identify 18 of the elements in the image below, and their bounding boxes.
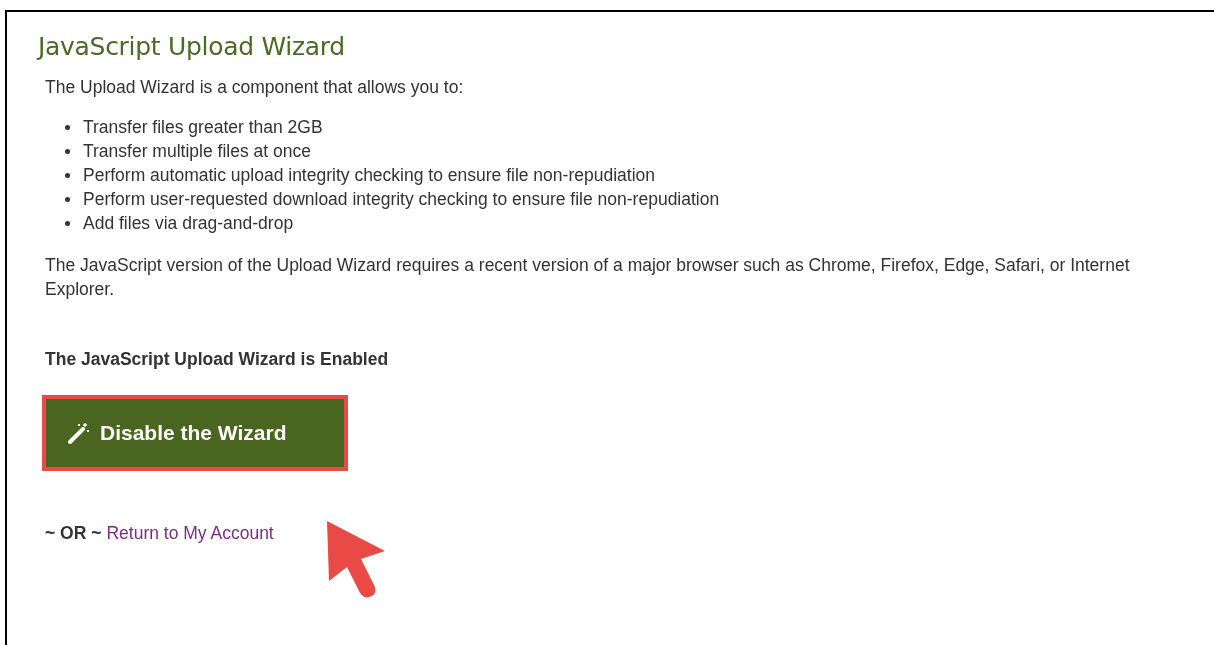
disable-wizard-button[interactable]: Disable the Wizard [42,395,348,471]
magic-wand-icon [68,422,90,444]
bullet-icon [65,172,70,178]
feature-text: Transfer multiple files at once [83,140,311,163]
page-title: JavaScript Upload Wizard [38,32,346,61]
status-text: The JavaScript Upload Wizard is Enabled [45,349,390,370]
or-separator: ~ OR ~ [45,523,102,544]
feature-text: Transfer files greater than 2GB [83,116,323,139]
bullet-icon [65,148,70,154]
feature-text: Perform user-requested download integrity checking to ensure file non-repudiation [83,188,720,211]
feature-text: Add files via drag-and-drop [83,212,294,235]
requirements-text: The JavaScript version of the Upload Wizard requires a recent version of a major browser such as Chrome, Firefox, Edge, Safari, or Internet Explorer. [45,254,1131,301]
bullet-icon [65,196,70,202]
bullet-icon [65,124,70,130]
feature-text: Perform automatic upload integrity checking to ensure file non-repudiation [83,164,655,187]
bullet-icon [65,220,70,226]
intro-text: The Upload Wizard is a component that allows you to: [45,76,465,99]
return-account-link[interactable]: Return to My Account [106,523,274,544]
